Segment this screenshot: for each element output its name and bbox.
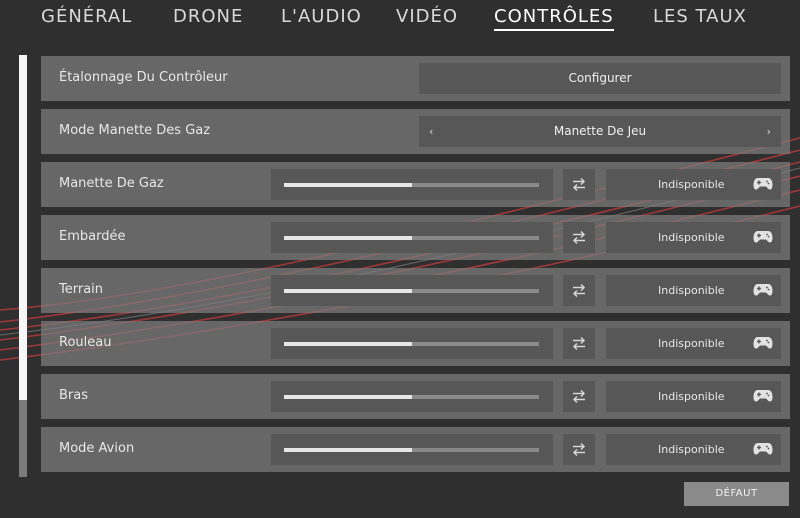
configure-button[interactable]: Configurer [419, 63, 781, 94]
input-assignment[interactable]: Indisponible [606, 434, 781, 465]
gamepad-icon [753, 390, 773, 402]
assignment-status: Indisponible [658, 390, 725, 403]
tab-general[interactable]: GÉNÉRAL [41, 6, 132, 27]
row-controller-calibration: Étalonnage Du Contrôleur Configurer [41, 56, 790, 101]
swap-arrows-icon[interactable] [563, 275, 595, 306]
row-throttle-mode: Mode Manette Des Gaz ‹ Manette De Jeu › [41, 109, 790, 154]
scrollbar-thumb[interactable] [19, 55, 27, 400]
input-assignment[interactable]: Indisponible [606, 275, 781, 306]
slider-fill [284, 236, 412, 240]
throttle-mode-value: Manette De Jeu [553, 124, 647, 138]
throttle-mode-selector[interactable]: ‹ Manette De Jeu › [419, 116, 781, 147]
row-axis-yaw: Embardée Indisponible [41, 215, 790, 260]
gamepad-icon [753, 284, 773, 296]
tab-audio[interactable]: L'AUDIO [281, 6, 362, 27]
input-assignment[interactable]: Indisponible [606, 169, 781, 200]
row-axis-throttle: Manette De Gaz Indisponible [41, 162, 790, 207]
swap-arrows-icon[interactable] [563, 169, 595, 200]
row-axis-roll: Rouleau Indisponible [41, 321, 790, 366]
slider-fill [284, 395, 412, 399]
swap-arrows-icon[interactable] [563, 328, 595, 359]
slider-track [284, 395, 539, 399]
row-label: Terrain [59, 282, 104, 297]
slider-track [284, 342, 539, 346]
assignment-status: Indisponible [658, 443, 725, 456]
row-label: Embardée [59, 229, 126, 244]
tab-controls[interactable]: CONTRÔLES [494, 6, 614, 31]
slider-track [284, 289, 539, 293]
tab-bar: GÉNÉRAL DRONE L'AUDIO VIDÉO CONTRÔLES LE… [0, 0, 800, 40]
axis-slider[interactable] [271, 275, 553, 306]
assignment-status: Indisponible [658, 178, 725, 191]
row-label: Manette De Gaz [59, 176, 164, 191]
axis-slider[interactable] [271, 328, 553, 359]
input-assignment[interactable]: Indisponible [606, 381, 781, 412]
slider-track [284, 448, 539, 452]
row-label: Rouleau [59, 335, 112, 350]
assignment-status: Indisponible [658, 337, 725, 350]
row-label: Mode Manette Des Gaz [59, 123, 211, 138]
axis-slider[interactable] [271, 434, 553, 465]
axis-slider[interactable] [271, 222, 553, 253]
slider-fill [284, 183, 412, 187]
gamepad-icon [753, 337, 773, 349]
swap-arrows-icon[interactable] [563, 222, 595, 253]
slider-fill [284, 289, 412, 293]
settings-screen: GÉNÉRAL DRONE L'AUDIO VIDÉO CONTRÔLES LE… [0, 0, 800, 518]
scrollbar[interactable] [19, 55, 27, 477]
input-assignment[interactable]: Indisponible [606, 328, 781, 359]
chevron-right-icon[interactable]: › [767, 116, 771, 147]
tab-video[interactable]: VIDÉO [396, 6, 458, 27]
slider-fill [284, 448, 412, 452]
gamepad-icon [753, 231, 773, 243]
slider-track [284, 236, 539, 240]
slider-fill [284, 342, 412, 346]
swap-arrows-icon[interactable] [563, 434, 595, 465]
assignment-status: Indisponible [658, 231, 725, 244]
chevron-left-icon[interactable]: ‹ [429, 116, 433, 147]
row-label: Bras [59, 388, 89, 403]
row-axis-airplane-mode: Mode Avion Indisponible [41, 427, 790, 472]
gamepad-icon [753, 178, 773, 190]
slider-track [284, 183, 539, 187]
row-axis-pitch: Terrain Indisponible [41, 268, 790, 313]
swap-arrows-icon[interactable] [563, 381, 595, 412]
row-axis-arm: Bras Indisponible [41, 374, 790, 419]
row-label: Mode Avion [59, 441, 135, 456]
row-label: Étalonnage Du Contrôleur [59, 70, 228, 85]
tab-rates[interactable]: LES TAUX [653, 6, 747, 27]
gamepad-icon [753, 443, 773, 455]
assignment-status: Indisponible [658, 284, 725, 297]
input-assignment[interactable]: Indisponible [606, 222, 781, 253]
tab-drone[interactable]: DRONE [173, 6, 243, 27]
default-button[interactable]: DÉFAUT [684, 482, 789, 506]
axis-slider[interactable] [271, 169, 553, 200]
axis-slider[interactable] [271, 381, 553, 412]
